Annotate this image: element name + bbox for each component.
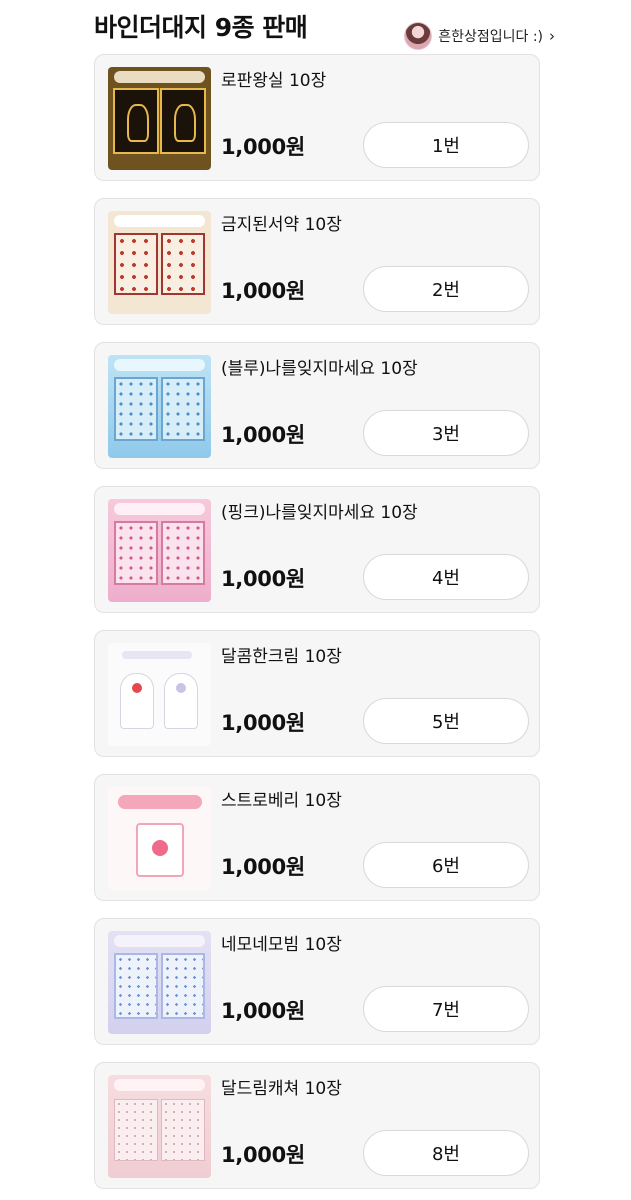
chevron-right-icon: › [549, 27, 555, 45]
binder-sheet-image [108, 355, 211, 458]
product-price: 1,000원 [221, 711, 305, 735]
binder-sheet-image [108, 931, 211, 1034]
shop-name: 흔한상점입니다 :) [438, 29, 543, 45]
binder-sheet-image [108, 211, 211, 314]
product-thumbnail[interactable] [108, 211, 211, 314]
product-card[interactable]: 스트로베리 10장 1,000원 6번 [94, 774, 540, 901]
product-list-page: 바인더대지 9종 판매 흔한상점입니다 :) › 로판왕실 10장 1,000원… [0, 0, 631, 1200]
product-price: 1,000원 [221, 135, 305, 159]
product-name: 스트로베리 10장 [221, 791, 342, 811]
product-thumbnail[interactable] [108, 1075, 211, 1178]
select-option-button[interactable]: 4번 [363, 554, 529, 600]
product-card[interactable]: (블루)나를잊지마세요 10장 1,000원 3번 [94, 342, 540, 469]
product-card[interactable]: 네모네모빔 10장 1,000원 7번 [94, 918, 540, 1045]
product-name: (블루)나를잊지마세요 10장 [221, 359, 418, 379]
binder-sheet-image [108, 1075, 211, 1178]
product-price: 1,000원 [221, 855, 305, 879]
product-card[interactable]: 금지된서약 10장 1,000원 2번 [94, 198, 540, 325]
shop-avatar [404, 22, 433, 50]
product-card[interactable]: (핑크)나를잊지마세요 10장 1,000원 4번 [94, 486, 540, 613]
product-price: 1,000원 [221, 1143, 305, 1167]
product-card[interactable]: 달콤한크림 10장 1,000원 5번 [94, 630, 540, 757]
product-name: 달콤한크림 10장 [221, 647, 342, 667]
product-card[interactable]: 로판왕실 10장 1,000원 1번 [94, 54, 540, 181]
product-price: 1,000원 [221, 567, 305, 591]
product-thumbnail[interactable] [108, 643, 211, 746]
select-option-button[interactable]: 2번 [363, 266, 529, 312]
product-thumbnail[interactable] [108, 67, 211, 170]
product-price: 1,000원 [221, 423, 305, 447]
product-thumbnail[interactable] [108, 499, 211, 602]
binder-sheet-image [108, 67, 211, 170]
product-price: 1,000원 [221, 999, 305, 1023]
product-thumbnail[interactable] [108, 787, 211, 890]
select-option-button[interactable]: 3번 [363, 410, 529, 456]
product-thumbnail[interactable] [108, 355, 211, 458]
product-name: 달드림캐쳐 10장 [221, 1079, 342, 1099]
product-name: (핑크)나를잊지마세요 10장 [221, 503, 418, 523]
select-option-button[interactable]: 7번 [363, 986, 529, 1032]
header: 바인더대지 9종 판매 흔한상점입니다 :) › [0, 0, 631, 50]
binder-sheet-image [108, 499, 211, 602]
select-option-button[interactable]: 5번 [363, 698, 529, 744]
shop-profile-link[interactable]: 흔한상점입니다 :) › [404, 22, 555, 50]
binder-sheet-image [108, 643, 211, 746]
page-title: 바인더대지 9종 판매 [94, 13, 308, 42]
product-card[interactable]: 달드림캐쳐 10장 1,000원 8번 [94, 1062, 540, 1189]
product-price: 1,000원 [221, 279, 305, 303]
product-name: 로판왕실 10장 [221, 71, 327, 91]
select-option-button[interactable]: 1번 [363, 122, 529, 168]
product-name: 네모네모빔 10장 [221, 935, 342, 955]
select-option-button[interactable]: 6번 [363, 842, 529, 888]
product-name: 금지된서약 10장 [221, 215, 342, 235]
binder-sheet-image [108, 787, 211, 890]
select-option-button[interactable]: 8번 [363, 1130, 529, 1176]
product-thumbnail[interactable] [108, 931, 211, 1034]
